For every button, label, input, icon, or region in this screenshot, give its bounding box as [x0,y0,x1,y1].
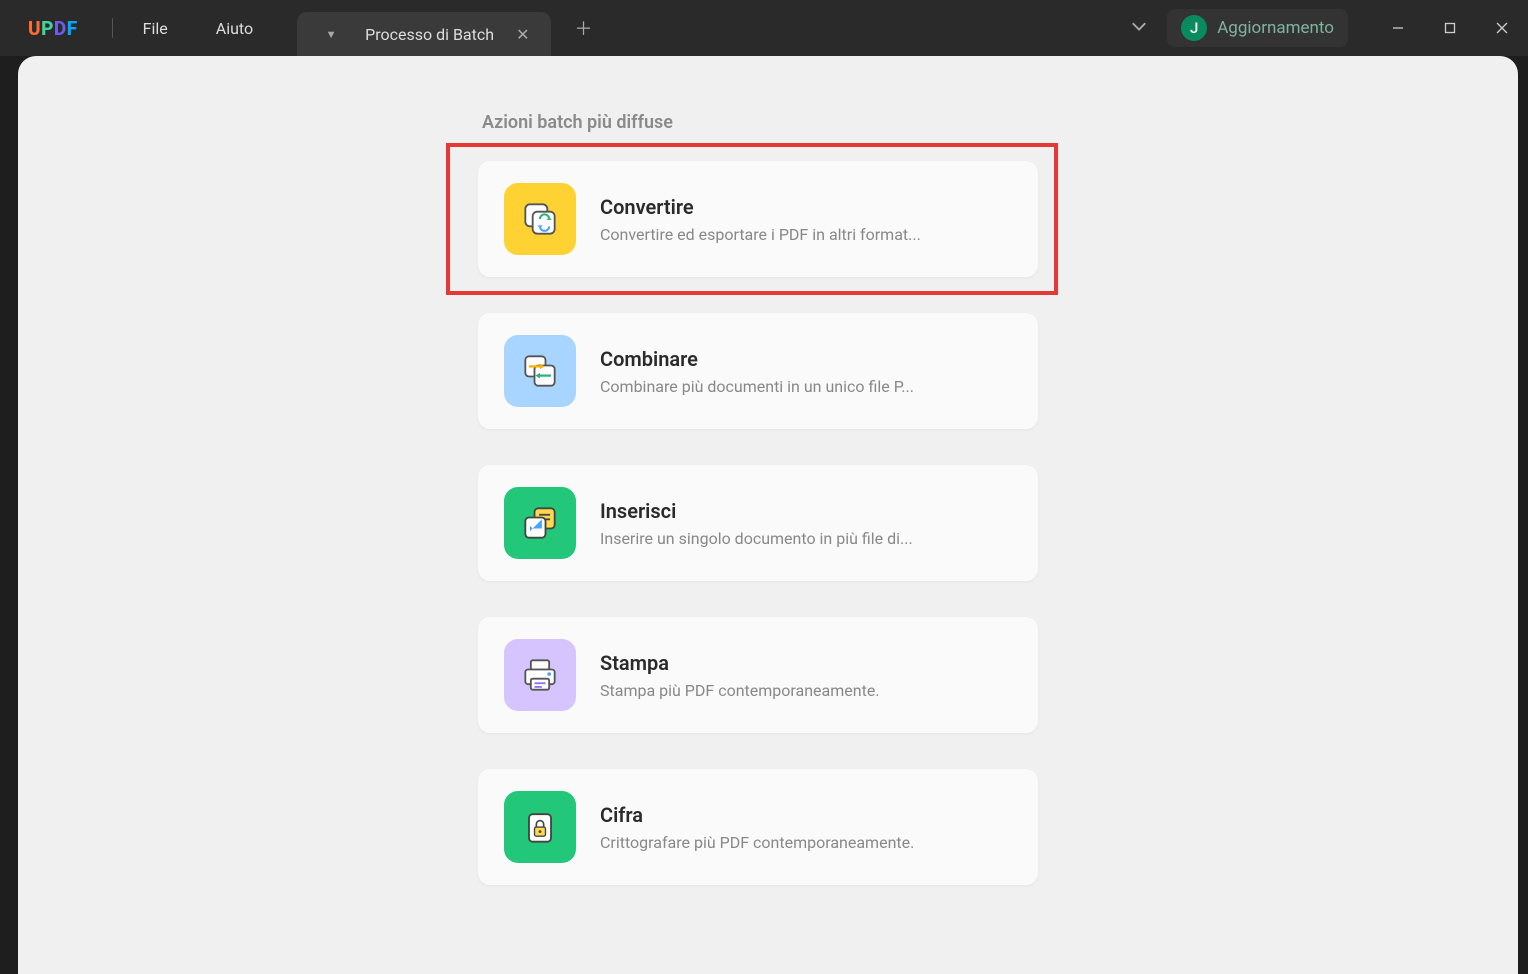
card-title: Cifra [600,803,1012,827]
user-label: Aggiornamento [1217,18,1334,38]
content-area: Azioni batch più diffuse [18,56,1518,974]
card-text: Inserisci Inserire un singolo documento … [600,499,1012,548]
convert-icon [504,183,576,255]
tab-batch-process[interactable]: ▼ Processo di Batch ✕ [297,12,551,56]
tabbar: ▼ Processo di Batch ✕ ＋ [297,0,603,56]
card-encrypt[interactable]: Cifra Crittografare più PDF contemporane… [478,769,1038,885]
menu-help[interactable]: Aiuto [192,19,277,38]
menu-file[interactable]: File [119,19,192,38]
insert-icon [504,487,576,559]
card-text: Combinare Combinare più documenti in un … [600,347,1012,396]
app-window: UPDF File Aiuto ▼ Processo di Batch ✕ ＋ … [0,0,1528,974]
card-text: Cifra Crittografare più PDF contemporane… [600,803,1012,852]
card-insert[interactable]: Inserisci Inserire un singolo documento … [478,465,1038,581]
avatar: J [1181,15,1207,41]
tab-close-icon[interactable]: ✕ [512,25,533,44]
tabs-overflow-button[interactable] [1111,20,1167,36]
card-title: Inserisci [600,499,1012,523]
print-icon [504,639,576,711]
card-desc: Crittografare più PDF contemporaneamente… [600,833,1012,852]
divider [112,18,113,38]
tab-add-button[interactable]: ＋ [563,15,603,41]
card-desc: Combinare più documenti in un unico file… [600,377,1012,396]
card-title: Convertire [600,195,1012,219]
cards-list: Convertire Convertire ed esportare i PDF… [478,161,1038,885]
logo-text: UPDF [28,17,78,40]
card-title: Stampa [600,651,1012,675]
window-controls [1372,0,1528,56]
section-heading: Azioni batch più diffuse [478,112,1038,133]
card-print[interactable]: Stampa Stampa più PDF contemporaneamente… [478,617,1038,733]
card-title: Combinare [600,347,1012,371]
card-convert[interactable]: Convertire Convertire ed esportare i PDF… [478,161,1038,277]
card-text: Convertire Convertire ed esportare i PDF… [600,195,1012,244]
combine-icon [504,335,576,407]
tab-dropdown-icon[interactable]: ▼ [315,28,347,41]
encrypt-icon [504,791,576,863]
close-button[interactable] [1476,0,1528,56]
content-scroll[interactable]: Azioni batch più diffuse [18,56,1518,974]
card-combine[interactable]: Combinare Combinare più documenti in un … [478,313,1038,429]
minimize-button[interactable] [1372,0,1424,56]
card-desc: Stampa più PDF contemporaneamente. [600,681,1012,700]
app-logo[interactable]: UPDF [0,17,106,40]
tab-title: Processo di Batch [365,25,494,44]
maximize-button[interactable] [1424,0,1476,56]
card-desc: Convertire ed esportare i PDF in altri f… [600,225,1012,244]
card-desc: Inserire un singolo documento in più fil… [600,529,1012,548]
card-text: Stampa Stampa più PDF contemporaneamente… [600,651,1012,700]
user-badge[interactable]: J Aggiornamento [1167,9,1348,47]
titlebar: UPDF File Aiuto ▼ Processo di Batch ✕ ＋ … [0,0,1528,56]
batch-actions-section: Azioni batch più diffuse [478,112,1038,885]
